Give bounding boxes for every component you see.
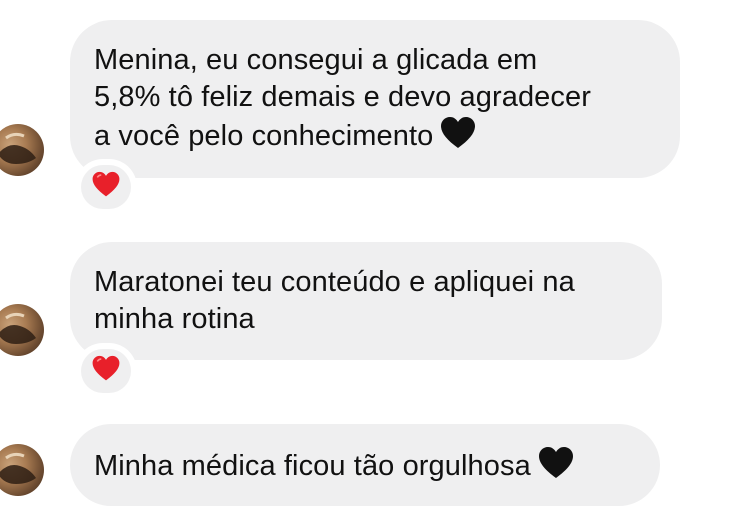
message-bubble[interactable]: Maratonei teu conteúdo e apliquei na min…	[70, 242, 662, 360]
red-heart-icon	[91, 171, 121, 203]
red-heart-icon	[91, 355, 121, 387]
reaction-badge-inner	[81, 349, 131, 393]
message-text-line: minha rotina	[94, 303, 255, 335]
message-bubble[interactable]: Menina, eu consegui a glicada em 5,8% tô…	[70, 20, 680, 178]
reaction-badge[interactable]	[78, 162, 134, 212]
message-text-line: a você pelo conhecimento	[94, 120, 434, 152]
message-text-line: Minha médica ficou tão orgulhosa	[94, 450, 531, 482]
message-text-line-wrap: a você pelo conhecimento	[94, 116, 650, 160]
black-heart-icon	[439, 116, 477, 160]
reaction-badge[interactable]	[78, 346, 134, 396]
message-text-line: 5,8% tô feliz demais e devo agradecer	[94, 81, 591, 113]
message-text-line-wrap: Minha médica ficou tão orgulhosa	[94, 446, 630, 490]
reaction-badge-inner	[81, 165, 131, 209]
avatar[interactable]	[0, 304, 44, 356]
message-text-line: Menina, eu consegui a glicada em	[94, 44, 538, 76]
avatar[interactable]	[0, 444, 44, 496]
message-bubble[interactable]: Minha médica ficou tão orgulhosa	[70, 424, 660, 506]
black-heart-icon	[537, 446, 575, 490]
avatar[interactable]	[0, 124, 44, 176]
message-text-line: Maratonei teu conteúdo e apliquei na	[94, 266, 575, 298]
